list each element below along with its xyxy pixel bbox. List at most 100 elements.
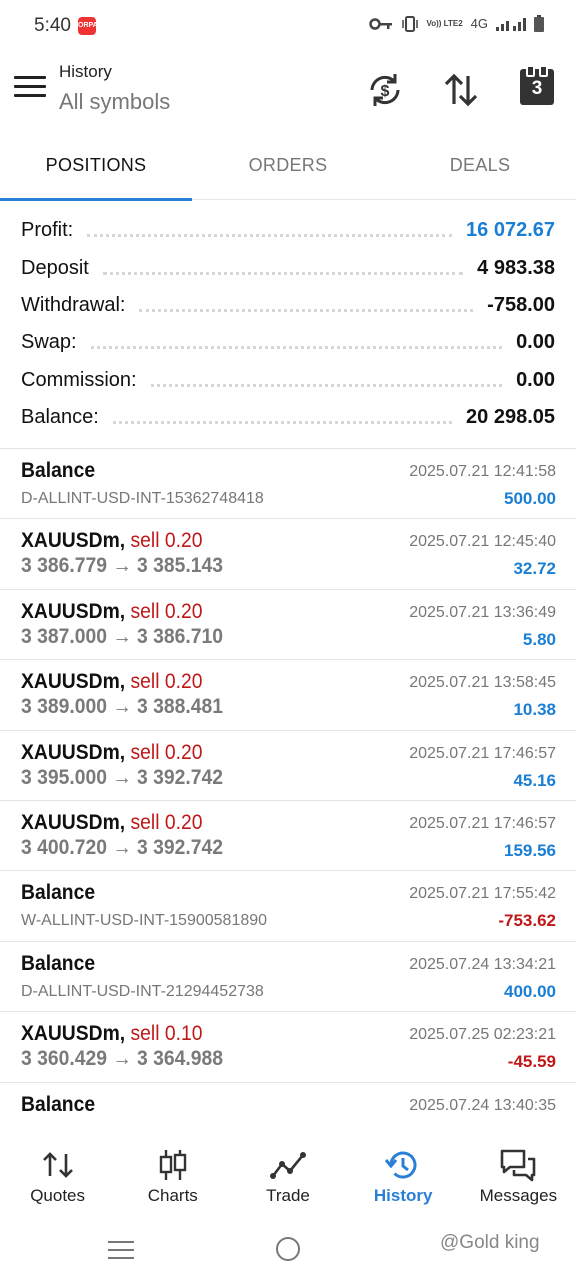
deal-time: 2025.07.24 13:40:35 [409, 1096, 556, 1114]
home-button[interactable] [276, 1237, 300, 1261]
deal-symbol: XAUUSDm, [21, 1022, 126, 1046]
list-item[interactable]: XAUUSDm, sell 0.20 3 389.000 → 3 388.481… [0, 660, 576, 731]
deal-time: 2025.07.21 12:45:40 [409, 533, 556, 551]
nav-label: Charts [147, 1186, 198, 1205]
summary-value: 16 072.67 [466, 219, 555, 242]
deal-profit: 400.00 [504, 981, 556, 1001]
deal-title: XAUUSDm, sell 0.20 [21, 670, 202, 694]
nav-trade[interactable]: Trade [230, 1126, 345, 1218]
list-item[interactable]: XAUUSDm, sell 0.20 3 386.779 → 3 385.143… [0, 519, 576, 590]
status-icons: Vo)) LTE2 4G [368, 15, 544, 32]
deal-title: XAUUSDm, sell 0.20 [21, 600, 202, 624]
summary-row-profit: Profit: 16 072.67 [0, 212, 576, 249]
summary-row-swap: Swap: 0.00 [0, 324, 576, 361]
deal-time: 2025.07.21 17:55:42 [409, 885, 556, 903]
list-item[interactable]: Balance D-ALLINT-USD-INT-15362748418 202… [0, 449, 576, 520]
summary-label: Deposit [21, 256, 89, 279]
sort-icon[interactable] [441, 70, 481, 110]
quotes-icon [42, 1152, 73, 1178]
bottom-navigation: Quotes Charts Trade History Messages [0, 1126, 576, 1218]
deal-title: Balance [21, 881, 96, 905]
dotted-leader [150, 383, 503, 387]
calendar-icon[interactable]: 3 [520, 65, 554, 105]
symbol-filter[interactable]: All symbols [59, 89, 170, 115]
nav-label: History [373, 1186, 433, 1205]
deal-prices: 3 395.000 → 3 392.742 [21, 765, 223, 789]
menu-icon-line [14, 85, 46, 88]
deal-title: Balance [21, 459, 96, 482]
tab-deals[interactable]: DEALS [384, 136, 576, 200]
list-item[interactable]: XAUUSDm, sell 0.20 3 400.720 → 3 392.742… [0, 801, 576, 872]
deal-title: XAUUSDm, sell 0.20 [21, 529, 202, 553]
list-item[interactable]: XAUUSDm, sell 0.10 3 360.429 → 3 364.988… [0, 1012, 576, 1083]
summary-label: Withdrawal: [21, 293, 126, 316]
deal-symbol: XAUUSDm, [21, 810, 126, 834]
summary-value: 0.00 [516, 368, 555, 391]
menu-button[interactable] [14, 76, 46, 104]
candlestick-chart-icon [159, 1150, 186, 1180]
nav-label: Messages [479, 1186, 558, 1205]
tab-bar: POSITIONS ORDERS DEALS [0, 136, 576, 201]
deal-side: sell 0.20 [130, 670, 203, 694]
dotted-leader [90, 346, 503, 350]
summary-value: -758.00 [487, 293, 555, 316]
status-bar: 5:40 ORPA Vo)) LTE2 4G [0, 0, 576, 52]
summary-label: Commission: [21, 368, 137, 391]
summary-label: Profit: [21, 219, 74, 242]
deal-side: sell 0.20 [130, 810, 203, 834]
svg-text:$: $ [381, 83, 390, 100]
nav-history[interactable]: History [346, 1126, 461, 1218]
history-list[interactable]: Balance D-ALLINT-USD-INT-15362748418 202… [0, 449, 576, 1125]
deal-time: 2025.07.21 17:46:57 [409, 744, 556, 762]
nav-label: Quotes [30, 1186, 85, 1205]
recent-apps-button[interactable] [108, 1241, 134, 1265]
network-lte-label: Vo)) LTE2 [426, 19, 463, 28]
deal-title: Balance [21, 1092, 96, 1116]
summary-value: 20 298.05 [466, 406, 555, 429]
deal-time: 2025.07.21 13:58:45 [409, 674, 556, 692]
nav-quotes[interactable]: Quotes [0, 1126, 115, 1218]
list-item[interactable]: XAUUSDm, sell 0.20 3 387.000 → 3 386.710… [0, 590, 576, 661]
list-item[interactable]: XAUUSDm, sell 0.20 3 395.000 → 3 392.742… [0, 731, 576, 801]
deal-profit: 32.72 [513, 559, 556, 579]
deal-profit: 500.00 [504, 489, 556, 508]
deal-prices: 3 360.429 → 3 364.988 [21, 1047, 223, 1071]
dotted-leader [112, 421, 453, 425]
menu-icon-line [14, 76, 46, 79]
menu-icon-line [14, 94, 46, 97]
signal-icon [496, 17, 526, 31]
deal-time: 2025.07.24 13:34:21 [409, 955, 556, 973]
list-item[interactable]: Balance 2025.07.24 13:40:35 [0, 1083, 576, 1125]
deal-comment: D-ALLINT-USD-INT-15362748418 [21, 490, 264, 507]
summary-row-deposit: Deposit 4 983.38 [0, 249, 576, 286]
tab-orders[interactable]: ORDERS [192, 136, 384, 200]
deal-time: 2025.07.21 12:41:58 [409, 463, 556, 480]
deal-side: sell 0.20 [130, 599, 203, 623]
summary-label: Swap: [21, 331, 77, 354]
deal-symbol: XAUUSDm, [21, 740, 126, 764]
deal-profit: -45.59 [507, 1052, 556, 1072]
menu-icon-line [108, 1257, 134, 1259]
deal-time: 2025.07.21 17:46:57 [409, 814, 556, 832]
list-item[interactable]: Balance D-ALLINT-USD-INT-21294452738 202… [0, 942, 576, 1013]
deal-title: XAUUSDm, sell 0.20 [21, 811, 202, 835]
notification-badge-icon: ORPA [78, 17, 98, 35]
summary-value: 4 983.38 [477, 256, 555, 279]
deal-comment: D-ALLINT-USD-INT-21294452738 [21, 982, 264, 1000]
tab-positions[interactable]: POSITIONS [0, 136, 192, 201]
messages-icon [501, 1149, 536, 1182]
nav-charts[interactable]: Charts [115, 1126, 230, 1218]
menu-icon-line [108, 1241, 134, 1243]
system-navigation: @Gold king [0, 1218, 576, 1280]
list-item[interactable]: Balance W-ALLINT-USD-INT-15900581890 202… [0, 871, 576, 942]
deal-comment: W-ALLINT-USD-INT-15900581890 [21, 912, 268, 930]
deal-prices: 3 389.000 → 3 388.481 [21, 695, 223, 719]
deal-title: XAUUSDm, sell 0.20 [21, 741, 202, 765]
dotted-leader [87, 234, 453, 238]
dotted-leader [139, 308, 474, 312]
nav-messages[interactable]: Messages [461, 1126, 576, 1218]
summary-panel: Profit: 16 072.67 Deposit 4 983.38 Withd… [0, 212, 576, 436]
deal-profit: 159.56 [504, 840, 556, 860]
currency-swap-icon[interactable]: $ [365, 70, 405, 110]
deal-side: sell 0.20 [130, 529, 203, 553]
